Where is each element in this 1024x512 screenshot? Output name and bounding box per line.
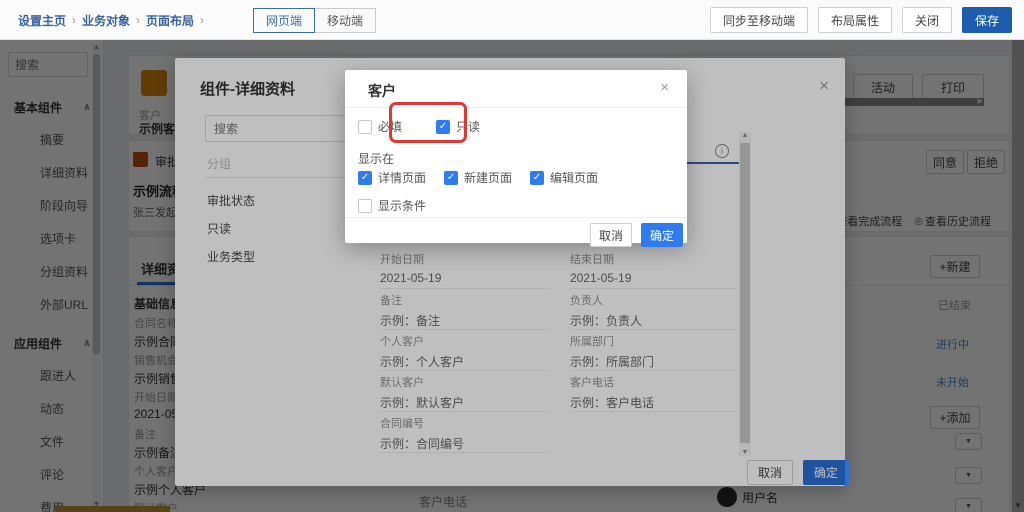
save-button[interactable]: 保存 bbox=[962, 7, 1012, 33]
modal-field[interactable]: 所属部门 示例：所属部门 bbox=[570, 330, 740, 371]
confirm-button[interactable]: 确定 bbox=[803, 460, 849, 485]
breadcrumb-item[interactable]: 页面布局 › bbox=[146, 12, 204, 29]
checkbox[interactable] bbox=[530, 171, 544, 185]
scrollbar-thumb[interactable] bbox=[740, 143, 750, 443]
field-label: 备注 bbox=[380, 292, 550, 308]
checkbox-label: 只读 bbox=[456, 118, 480, 135]
field-label: 默认客户 bbox=[380, 374, 550, 390]
checkbox-label: 编辑页面 bbox=[550, 169, 598, 186]
field-value: 示例：默认客户 bbox=[380, 394, 550, 411]
modal-field[interactable]: 个人客户 示例：个人客户 bbox=[380, 330, 550, 371]
modal-field[interactable]: 合同编号 示例：合同编号 bbox=[380, 412, 550, 453]
group-list: 审批状态 只读 业务类型 bbox=[207, 186, 357, 270]
platform-tabs: 网页端 移动端 bbox=[253, 8, 376, 33]
modal-title: 组件-详细资料 bbox=[200, 78, 295, 99]
scroll-up-icon[interactable]: ▲ bbox=[739, 132, 751, 139]
field-label: 客户电话 bbox=[570, 374, 740, 390]
info-icon[interactable]: i bbox=[715, 144, 729, 158]
field-value: 2021-05-19 bbox=[380, 271, 550, 285]
divider bbox=[345, 107, 687, 108]
checkbox-label: 新建页面 bbox=[464, 169, 512, 186]
field-value: 2021-05-19 bbox=[570, 271, 740, 285]
modal-title: 客户 bbox=[368, 81, 396, 101]
sync-to-mobile-button[interactable]: 同步至移动端 bbox=[710, 7, 808, 33]
divider bbox=[205, 177, 355, 178]
field-label: 负责人 bbox=[570, 292, 740, 308]
breadcrumb-item[interactable]: 设置主页 › bbox=[18, 12, 76, 29]
field-label: 结束日期 bbox=[570, 251, 740, 267]
condition-row: 显示条件 bbox=[358, 197, 426, 214]
close-icon[interactable]: × bbox=[660, 79, 669, 96]
close-button[interactable]: 关闭 bbox=[902, 7, 952, 33]
checkbox-label: 必填 bbox=[378, 118, 402, 135]
modal-field[interactable]: 负责人 示例：负责人 bbox=[570, 289, 740, 330]
cancel-button[interactable]: 取消 bbox=[590, 223, 632, 247]
field-value: 示例：个人客户 bbox=[380, 353, 550, 370]
breadcrumb-label[interactable]: 页面布局 bbox=[146, 12, 194, 29]
customer-field-modal: 客户 × 必填 只读 显示在 详情页面 新建页面 编辑页面 bbox=[345, 70, 687, 243]
field-label: 个人客户 bbox=[380, 333, 550, 349]
modal-scrollbar[interactable]: ▲ ▼ bbox=[739, 132, 751, 456]
tab-mobile[interactable]: 移动端 bbox=[314, 8, 376, 33]
field-value: 示例：所属部门 bbox=[570, 353, 740, 370]
required-checkbox-group[interactable]: 必填 bbox=[358, 118, 402, 135]
readonly-checkbox-group[interactable]: 只读 bbox=[436, 118, 480, 135]
modal-field[interactable]: 客户电话 示例：客户电话 bbox=[570, 371, 740, 412]
field-label: 所属部门 bbox=[570, 333, 740, 349]
display-in-label: 显示在 bbox=[358, 150, 394, 167]
display-option-checkbox-group[interactable]: 新建页面 bbox=[444, 169, 512, 186]
scroll-down-icon[interactable]: ▼ bbox=[739, 449, 751, 456]
breadcrumb-label[interactable]: 业务对象 bbox=[82, 12, 130, 29]
modal-field-grid: 开始日期 2021-05-19 结束日期 2021-05-19 备注 示例：备注… bbox=[380, 248, 740, 453]
field-value: 示例：备注 bbox=[380, 312, 550, 329]
modal-field[interactable]: 备注 示例：备注 bbox=[380, 289, 550, 330]
confirm-button[interactable]: 确定 bbox=[641, 223, 683, 247]
tab-web[interactable]: 网页端 bbox=[253, 8, 315, 33]
group-item[interactable]: 审批状态 bbox=[207, 186, 357, 214]
attribute-checkbox-row: 必填 只读 bbox=[358, 118, 480, 135]
field-value: 示例：客户电话 bbox=[570, 394, 740, 411]
display-condition-checkbox-group[interactable]: 显示条件 bbox=[358, 197, 426, 214]
checkbox-label: 详情页面 bbox=[378, 169, 426, 186]
modal-field[interactable]: 结束日期 2021-05-19 bbox=[570, 248, 740, 289]
topbar-actions: 同步至移动端 布局属性 关闭 保存 bbox=[710, 7, 1012, 33]
breadcrumb-separator-icon: › bbox=[72, 13, 76, 27]
close-icon[interactable]: × bbox=[819, 76, 829, 96]
breadcrumb-separator-icon: › bbox=[136, 13, 140, 27]
checkbox-label: 显示条件 bbox=[378, 197, 426, 214]
breadcrumb-separator-icon: › bbox=[200, 13, 204, 27]
display-option-checkbox-group[interactable]: 详情页面 bbox=[358, 169, 426, 186]
modal-field[interactable]: 默认客户 示例：默认客户 bbox=[380, 371, 550, 412]
field-label: 开始日期 bbox=[380, 251, 550, 267]
layout-properties-button[interactable]: 布局属性 bbox=[818, 7, 892, 33]
group-label: 分组 bbox=[207, 155, 231, 172]
breadcrumb-item[interactable]: 业务对象 › bbox=[82, 12, 140, 29]
breadcrumb: 设置主页 › 业务对象 › 页面布局 › bbox=[18, 0, 204, 40]
field-value: 示例：合同编号 bbox=[380, 435, 550, 452]
display-options-row: 详情页面 新建页面 编辑页面 bbox=[358, 169, 598, 186]
cancel-button[interactable]: 取消 bbox=[747, 460, 793, 485]
divider bbox=[345, 217, 687, 218]
checkbox[interactable] bbox=[358, 171, 372, 185]
checkbox-readonly[interactable] bbox=[436, 120, 450, 134]
checkbox[interactable] bbox=[444, 171, 458, 185]
breadcrumb-label[interactable]: 设置主页 bbox=[18, 12, 66, 29]
modal-field[interactable]: 开始日期 2021-05-19 bbox=[380, 248, 550, 289]
field-value: 示例：负责人 bbox=[570, 312, 740, 329]
topbar: 设置主页 › 业务对象 › 页面布局 › 网页端 移动端 同步至移动端 布局属性… bbox=[0, 0, 1024, 40]
display-option-checkbox-group[interactable]: 编辑页面 bbox=[530, 169, 598, 186]
field-label: 合同编号 bbox=[380, 415, 550, 431]
checkbox-required[interactable] bbox=[358, 120, 372, 134]
checkbox-display-condition[interactable] bbox=[358, 199, 372, 213]
group-item[interactable]: 只读 bbox=[207, 214, 357, 242]
group-item[interactable]: 业务类型 bbox=[207, 242, 357, 270]
